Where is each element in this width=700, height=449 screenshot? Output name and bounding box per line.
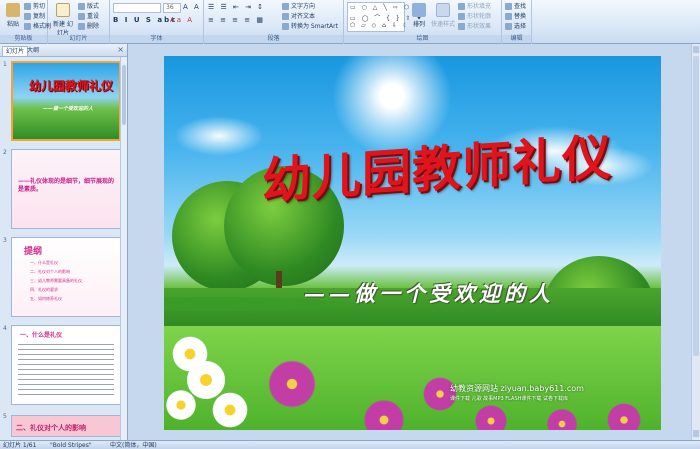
- slide-number: 1: [3, 61, 7, 68]
- cosmos-flower: [264, 356, 320, 412]
- cut-button[interactable]: 剪切: [24, 2, 45, 11]
- slide-thumbnail-4[interactable]: 4 一、什么是礼仪: [0, 325, 121, 409]
- drawing-group: ▭ ○ △ ╲ ⇨ ⬡ ☆ ▭ ◯ ⌒ { } ⇧ ✦ ⬠ ▱ ◇ ⌂ ⇩ ☾ …: [344, 0, 502, 44]
- slides-group: 新建 幻灯片 版式 重设 删除 幻灯片: [48, 0, 110, 44]
- scrollbar-thumb[interactable]: [693, 56, 699, 356]
- slide-number: 4: [3, 325, 7, 332]
- layout-button[interactable]: 版式: [78, 2, 99, 11]
- thumbnail-list: 1 幼儿园教师礼仪 ——做一个受欢迎的人 2 ——礼仪体现的是细节，细节展现的是…: [0, 57, 121, 440]
- slide-count-status: 幻灯片 1/61: [3, 442, 37, 449]
- find-button[interactable]: 查找: [505, 2, 526, 11]
- format-painter-button[interactable]: 格式刷: [24, 22, 51, 31]
- thumbnail-body-lines: [18, 342, 114, 398]
- font-label: 字体: [110, 35, 203, 43]
- thumbnail-heading: 二、礼仪对个人的影响: [16, 424, 86, 432]
- slide-subtitle[interactable]: ——做一个受欢迎的人: [304, 278, 554, 308]
- new-slide-icon: [56, 3, 70, 17]
- panel-tabs: 幻灯片 大纲 ×: [0, 44, 127, 57]
- slide-thumbnail-image: ——礼仪体现的是细节，细节展现的是素质。: [11, 149, 121, 229]
- select-button[interactable]: 选择: [505, 22, 526, 31]
- daisy-flower: [164, 388, 198, 422]
- thumbnail-item: 五、如何修养礼仪: [30, 296, 62, 301]
- editing-label: 编辑: [502, 35, 531, 43]
- thumbnail-scrollbar[interactable]: [120, 57, 127, 440]
- watermark-text: 幼教资源网站 ziyuan.baby611.com: [450, 384, 584, 393]
- align-text-button[interactable]: 对齐文本: [282, 12, 315, 21]
- tab-outline[interactable]: 大纲: [24, 46, 42, 56]
- thumbnail-item: 二、礼仪对个人的影响: [30, 269, 70, 274]
- font-style-buttons[interactable]: B I U S abc: [113, 16, 177, 24]
- editing-group: 查找 替换 选择 编辑: [502, 0, 532, 44]
- scroll-up-button[interactable]: [693, 46, 699, 53]
- font-grow-shrink[interactable]: A A: [183, 3, 201, 11]
- font-name-combo[interactable]: [113, 3, 161, 13]
- slide-thumbnail-image: 提纲 一、什么是礼仪 二、礼仪对个人的影响 三、幼儿教师需要具备的礼仪 四、礼仪…: [11, 237, 121, 317]
- thumbnail-subtitle: ——做一个受欢迎的人: [43, 106, 94, 112]
- slide-thumbnail-image: 二、礼仪对个人的影响: [11, 415, 121, 437]
- replace-button[interactable]: 替换: [505, 12, 526, 21]
- smartart-button[interactable]: 转换为 SmartArt: [282, 22, 338, 31]
- slide-number: 2: [3, 149, 7, 156]
- font-group: 36 A A B I U S abc Aa A 字体: [110, 0, 204, 44]
- copy-button[interactable]: 复制: [24, 12, 45, 21]
- font-color-buttons[interactable]: Aa A: [170, 16, 194, 24]
- cosmos-flower: [420, 374, 460, 414]
- thumbnail-item: 一、什么是礼仪: [30, 260, 58, 265]
- daisy-flower: [210, 390, 250, 430]
- shape-effects-button[interactable]: 形状效果: [458, 22, 491, 31]
- slide-scrollbar[interactable]: [691, 44, 700, 440]
- paragraph-label: 段落: [204, 35, 343, 43]
- quick-styles-icon: [436, 3, 450, 17]
- font-size-combo[interactable]: 36: [163, 3, 181, 13]
- slide-thumbnail-1[interactable]: 1 幼儿园教师礼仪 ——做一个受欢迎的人: [0, 61, 121, 145]
- slides-panel: 幻灯片 大纲 × 1 幼儿园教师礼仪 ——做一个受欢迎的人 2 ——礼仪体现的是…: [0, 44, 128, 440]
- slides-label: 幻灯片: [48, 35, 109, 43]
- slide-thumbnail-image: 幼儿园教师礼仪 ——做一个受欢迎的人: [11, 61, 121, 141]
- language-status: 中文(简体，中国): [110, 442, 157, 449]
- cloud-graphic: [174, 116, 264, 156]
- shapes-gallery[interactable]: ▭ ○ △ ╲ ⇨ ⬡ ☆ ▭ ◯ ⌒ { } ⇧ ✦ ⬠ ▱ ◇ ⌂ ⇩ ☾ …: [347, 2, 422, 32]
- slide-thumbnail-2[interactable]: 2 ——礼仪体现的是细节，细节展现的是素质。: [0, 149, 121, 233]
- clipboard-label: 剪贴板: [0, 35, 47, 43]
- shape-outline-button[interactable]: 形状轮廓: [458, 12, 491, 21]
- thumbnail-text: ——礼仪体现的是细节，细节展现的是素质。: [18, 178, 115, 193]
- drawing-label: 绘图: [344, 35, 501, 43]
- watermark-subtext: 课件下载 儿歌 故事MP3 FLASH课件下载 试卷下载库: [450, 396, 569, 402]
- scrollbar-thumb[interactable]: [122, 65, 126, 125]
- clipboard-group: 粘贴 剪切 复制 格式刷 剪贴板: [0, 0, 51, 44]
- paste-icon: [6, 3, 20, 17]
- paste-button[interactable]: 粘贴: [2, 2, 24, 34]
- slide-title[interactable]: 幼儿园教师礼仪: [262, 118, 612, 213]
- status-bar: 幻灯片 1/61 "Bold Stripes" 中文(简体，中国): [0, 440, 700, 449]
- text-direction-button[interactable]: 文字方向: [282, 2, 315, 11]
- thumbnail-heading: 一、什么是礼仪: [20, 332, 63, 339]
- thumbnail-item: 三、幼儿教师需要具备的礼仪: [30, 278, 82, 283]
- reset-button[interactable]: 重设: [78, 12, 99, 21]
- slide-editor: 幼儿园教师礼仪 ——做一个受欢迎的人 幼教资源网站 ziyuan.baby611…: [128, 44, 700, 440]
- list-buttons[interactable]: ☰ ☰ ⇤ ⇥ ↕: [208, 3, 265, 11]
- slide-thumbnail-3[interactable]: 3 提纲 一、什么是礼仪 二、礼仪对个人的影响 三、幼儿教师需要具备的礼仪 四、…: [0, 237, 121, 321]
- arrange-icon: [412, 3, 426, 17]
- new-slide-button[interactable]: 新建 幻灯片: [52, 2, 74, 37]
- slide-number: 3: [3, 237, 7, 244]
- slide-canvas[interactable]: 幼儿园教师礼仪 ——做一个受欢迎的人 幼教资源网站 ziyuan.baby611…: [164, 56, 661, 430]
- shape-fill-button[interactable]: 形状填充: [458, 2, 491, 11]
- close-icon[interactable]: ×: [117, 45, 124, 54]
- slide-number: 5: [3, 413, 7, 420]
- align-buttons[interactable]: ≡ ≡ ≡ ≡ ▦: [208, 16, 265, 24]
- quick-styles-button[interactable]: 快速样式: [430, 2, 456, 34]
- paragraph-group: ☰ ☰ ⇤ ⇥ ↕ ≡ ≡ ≡ ≡ ▦ 文字方向 对齐文本 转换为 SmartA…: [204, 0, 344, 44]
- thumbnail-item: 四、礼仪的要求: [30, 287, 58, 292]
- ribbon: 粘贴 剪切 复制 格式刷 剪贴板 新建 幻灯片 版式 重设 删除 幻灯片 36 …: [0, 0, 700, 44]
- slide-thumbnail-5[interactable]: 5 二、礼仪对个人的影响: [0, 413, 121, 439]
- thumbnail-title: 幼儿园教师礼仪: [29, 79, 114, 93]
- arrange-button[interactable]: 排列: [408, 2, 430, 34]
- thumbnail-heading: 提纲: [24, 247, 43, 257]
- theme-status: "Bold Stripes": [50, 442, 92, 449]
- slide-thumbnail-image: 一、什么是礼仪: [11, 325, 121, 405]
- delete-button[interactable]: 删除: [78, 22, 99, 31]
- scroll-down-button[interactable]: [693, 430, 699, 437]
